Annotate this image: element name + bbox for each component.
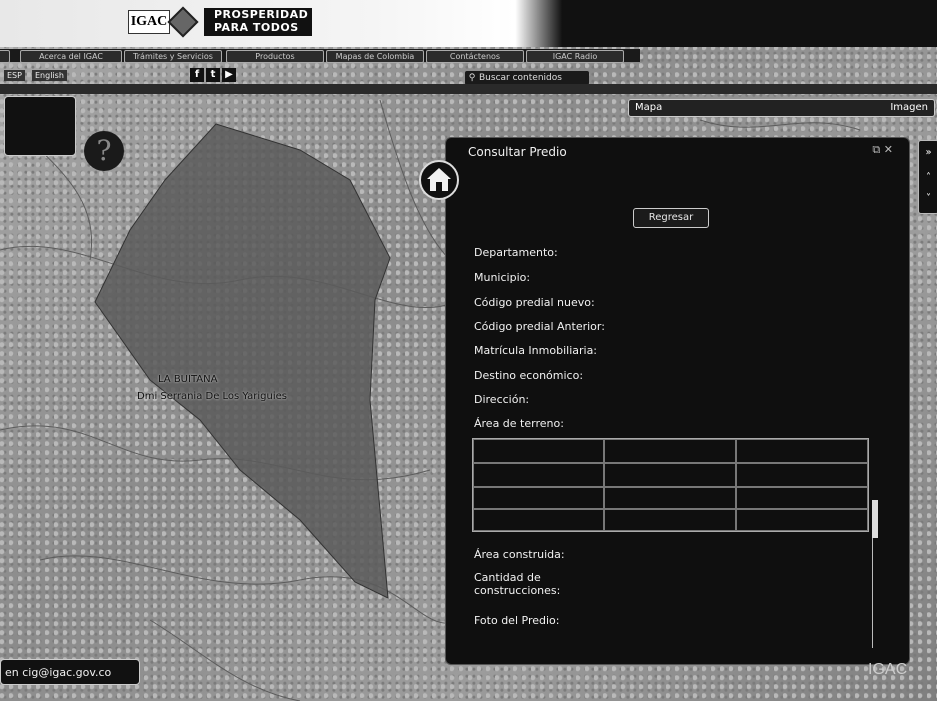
igac-diamond-icon [167, 6, 199, 38]
map-tools-box[interactable] [4, 96, 76, 156]
field-matricula: Matrícula Inmobiliaria: [474, 344, 598, 357]
area-table [472, 438, 869, 532]
chevron-down-icon[interactable]: ˅ [919, 193, 937, 204]
home-icon[interactable] [419, 160, 459, 200]
chevron-up-icon[interactable]: ˄ [919, 172, 937, 183]
table-cell [604, 439, 736, 463]
panel-title: Consultar Predio [468, 145, 567, 159]
table-cell [736, 463, 868, 487]
table-cell [736, 487, 868, 509]
igac-logo[interactable]: IGAC [128, 10, 170, 34]
nav-item-tramites[interactable]: Trámites y Servicios [124, 50, 222, 63]
maximize-icon[interactable]: ⧉ [872, 143, 880, 156]
back-button[interactable]: Regresar [633, 208, 709, 228]
igac-watermark: IGAC [868, 661, 908, 678]
nav-item-acerca[interactable]: Acerca del IGAC [20, 50, 122, 63]
map-label-place: LA BUITANA [158, 374, 218, 385]
table-cell [604, 509, 736, 531]
search-icon: ⚲ [468, 73, 476, 83]
nav-item-productos[interactable]: Productos [226, 50, 324, 63]
field-direccion: Dirección: [474, 393, 530, 406]
table-cell [604, 463, 736, 487]
field-destino: Destino económico: [474, 369, 584, 382]
image-button[interactable]: Imagen [890, 100, 928, 116]
search-placeholder: Buscar contenidos [479, 73, 562, 83]
twitter-icon[interactable]: t [206, 68, 220, 82]
table-cell [604, 487, 736, 509]
nav-item-mapas[interactable]: Mapas de Colombia [326, 50, 424, 63]
map-label-area: Dmi Serrania De Los Yariguies [137, 391, 288, 402]
nav-item-contactenos[interactable]: Contáctenos [426, 50, 524, 63]
expand-icon[interactable]: » [919, 147, 937, 158]
prosperidad-logo[interactable]: PROSPERIDAD PARA TODOS [204, 8, 312, 36]
contact-email[interactable]: en cig@igac.gov.co [0, 659, 140, 685]
search-input[interactable]: ⚲ Buscar contenidos [465, 71, 589, 85]
field-area-terreno: Área de terreno: [474, 417, 564, 430]
basemap-toggle: Mapa Imagen [628, 99, 935, 117]
table-cell [473, 463, 604, 487]
property-polygon [94, 123, 391, 599]
table-cell [736, 439, 868, 463]
field-municipio: Municipio: [474, 271, 531, 284]
help-icon[interactable]: ? [84, 131, 124, 171]
site-header: IGAC PROSPERIDAD PARA TODOS [0, 0, 937, 47]
lang-en[interactable]: English [32, 70, 67, 81]
panel-controls: ⧉ ✕ [872, 143, 893, 157]
side-toolbar: » ˄ ˅ [918, 140, 937, 214]
table-cell [473, 509, 604, 531]
table-cell [473, 439, 604, 463]
table-cell [473, 487, 604, 509]
facebook-icon[interactable]: f [190, 68, 204, 82]
field-departamento: Departamento: [474, 246, 558, 259]
lang-es[interactable]: ESP [4, 70, 25, 81]
table-cell [736, 509, 868, 531]
field-area-construida: Área construida: [474, 548, 565, 561]
field-codigo-anterior: Código predial Anterior: [474, 320, 605, 333]
scrollbar-thumb[interactable] [872, 500, 878, 538]
close-icon[interactable]: ✕ [884, 143, 893, 156]
youtube-icon[interactable]: ▶ [222, 68, 236, 82]
nav-item-radio[interactable]: IGAC Radio [526, 50, 624, 63]
map-button[interactable]: Mapa [635, 100, 662, 116]
field-foto-predio: Foto del Predio: [474, 614, 560, 627]
field-cantidad-construcciones: Cantidad de construcciones: [474, 571, 561, 597]
nav-item-start[interactable] [0, 50, 10, 63]
top-strip [0, 84, 937, 94]
field-codigo-nuevo: Código predial nuevo: [474, 296, 595, 309]
